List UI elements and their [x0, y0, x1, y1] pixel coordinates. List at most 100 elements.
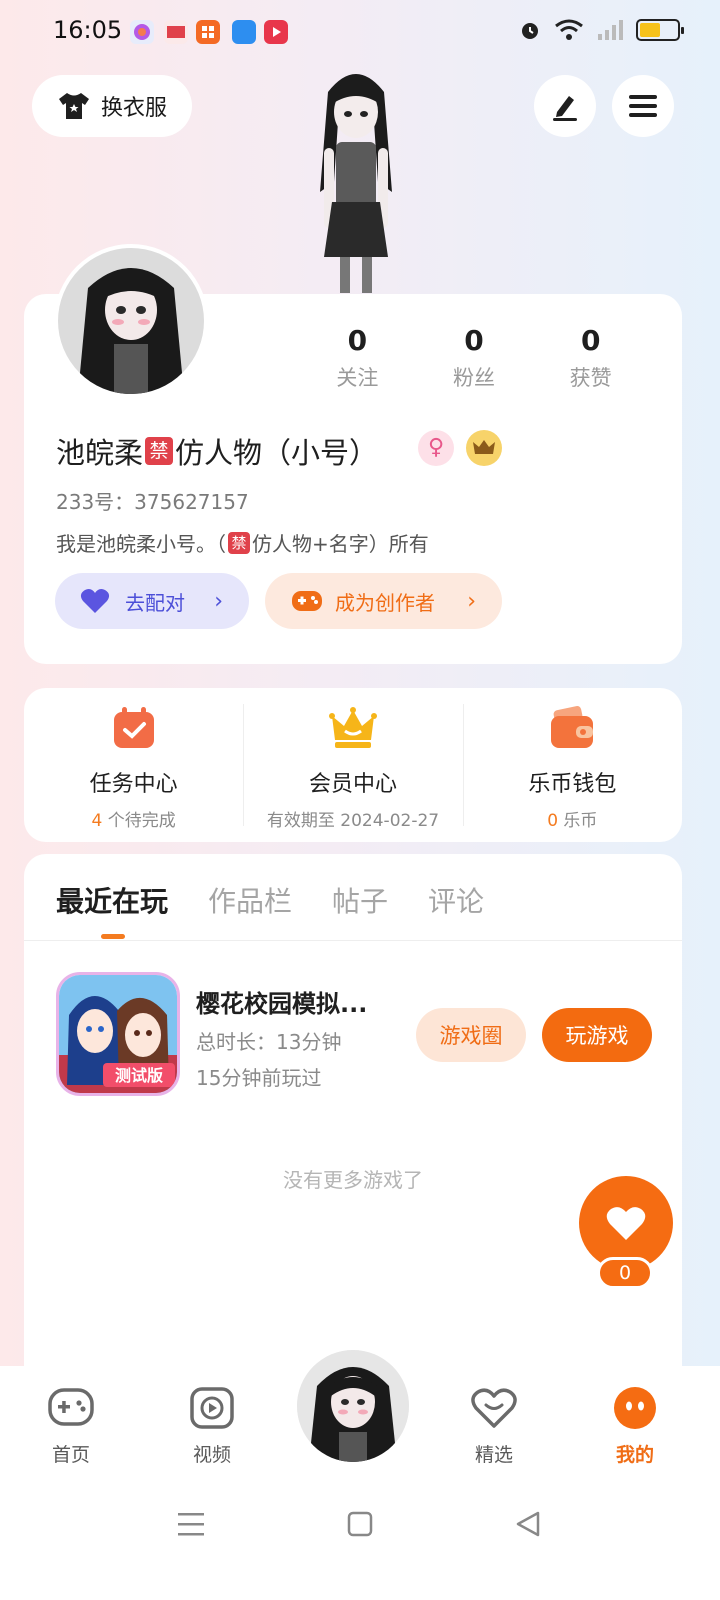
status-indicators [518, 18, 684, 42]
status-app-icon-4 [232, 20, 256, 44]
game-last-played: 15分钟前玩过 [196, 1066, 322, 1090]
stat-value: 0 [347, 324, 368, 357]
gamepad-icon [48, 1388, 94, 1426]
play-game-button[interactable]: 玩游戏 [542, 1008, 652, 1062]
change-outfit-label: 换衣服 [100, 96, 167, 121]
service-card: 任务中心 4 个待完成 会员中心 有效期至 2024-02-27 乐币钱包 0 … [24, 688, 682, 842]
forbidden-emoji: 禁 [228, 531, 250, 554]
chevron-right-icon: › [467, 588, 476, 614]
game-title[interactable]: 樱花校园模拟... [196, 984, 367, 1019]
pair-label: 去配对 [125, 590, 185, 615]
battery-icon [636, 19, 684, 41]
profile-face-icon [614, 1387, 656, 1429]
nav-center-avatar[interactable] [297, 1350, 409, 1462]
stat-label: 粉丝 [453, 366, 495, 390]
stat-likes[interactable]: 0 获赞 [532, 324, 649, 392]
gamepad-icon [292, 591, 322, 611]
nav-label: 视频 [192, 1444, 231, 1466]
status-app-icon-5 [264, 20, 288, 44]
nav-label: 精选 [474, 1444, 513, 1466]
game-icon-label: 测试版 [115, 1066, 163, 1085]
coin-unit: 乐币 [558, 811, 598, 831]
task-center[interactable]: 任务中心 4 个待完成 [24, 688, 243, 842]
become-creator-button[interactable]: 成为创作者 › [265, 573, 502, 629]
status-time: 16:05 [53, 16, 123, 44]
service-title: 会员中心 [308, 772, 397, 797]
crown-icon [328, 707, 377, 748]
pair-button[interactable]: 去配对 › [55, 573, 249, 629]
wallet-icon [551, 705, 594, 748]
nav-mine[interactable]: 我的 [590, 1386, 680, 1467]
system-home-icon[interactable] [346, 1510, 374, 1538]
alarm-icon [522, 23, 538, 39]
female-gender-icon: ♀ [418, 430, 454, 466]
service-title: 乐币钱包 [528, 772, 617, 797]
nickname: 池皖柔 禁 仿人物（小号） [56, 430, 378, 472]
stat-value: 0 [464, 324, 484, 357]
profile-tabs: 最近在玩 作品栏 帖子 评论 [56, 880, 484, 920]
wifi-icon [555, 19, 583, 40]
chevron-right-icon: › [214, 588, 223, 614]
member-center[interactable]: 会员中心 有效期至 2024-02-27 [243, 688, 462, 842]
edit-profile-button[interactable] [534, 75, 596, 137]
service-subtitle: 有效期至 2024-02-27 [243, 806, 462, 831]
game-duration: 总时长：13分钟 [196, 1030, 342, 1054]
forbidden-emoji: 禁 [145, 437, 174, 465]
menu-icon [629, 95, 657, 117]
game-circle-button[interactable]: 游戏圈 [416, 1008, 526, 1062]
heart-count-badge: 0 [597, 1257, 653, 1289]
status-app-icon-3 [196, 20, 220, 44]
games-card: 最近在玩 作品栏 帖子 评论 测试版 樱花校园模拟... 总时长：13分钟 15… [24, 854, 682, 1414]
system-back-icon[interactable] [514, 1510, 542, 1538]
heart-chat-icon [471, 1388, 517, 1428]
status-app-icon-1 [130, 20, 154, 44]
stat-label: 关注 [336, 366, 379, 390]
status-bar: 16:05 [0, 0, 720, 64]
divider [24, 940, 682, 941]
tshirt-icon [58, 93, 89, 119]
system-menu-icon[interactable] [176, 1510, 206, 1538]
game-icon[interactable]: 测试版 [56, 972, 180, 1096]
active-tab-indicator [101, 934, 125, 939]
tab-comments[interactable]: 评论 [428, 880, 484, 920]
coin-count: 0 [547, 811, 559, 831]
avatar-3d-figure[interactable] [288, 62, 424, 296]
service-subtitle: 0 乐币 [463, 806, 682, 831]
nickname-text-1: 池皖柔 [56, 436, 144, 470]
stat-label: 获赞 [569, 366, 612, 390]
avatar[interactable] [54, 244, 208, 398]
service-title: 任务中心 [89, 772, 178, 797]
bio-text-1: 我是池皖柔小号。（ [56, 532, 226, 556]
nav-label: 我的 [615, 1444, 654, 1466]
nav-video[interactable]: 视频 [167, 1386, 257, 1467]
tab-posts[interactable]: 帖子 [332, 880, 388, 920]
status-app-icon-2 [164, 20, 188, 44]
nav-featured[interactable]: 精选 [449, 1386, 539, 1467]
calendar-check-icon [113, 707, 154, 748]
member-expiry: 有效期至 2024-02-27 [266, 811, 440, 831]
bio-text-2: 仿人物+名字）所有 [252, 532, 429, 556]
nav-home[interactable]: 首页 [26, 1386, 116, 1467]
menu-button[interactable] [612, 75, 674, 137]
signal-icon [598, 20, 623, 40]
bio: 我是池皖柔小号。（ 禁 仿人物+名字）所有 [56, 528, 429, 557]
video-play-icon [190, 1387, 234, 1429]
heart-icon [606, 1207, 646, 1240]
profile-stats: 0 关注 0 粉丝 0 获赞 [299, 324, 649, 392]
stat-following[interactable]: 0 关注 [299, 324, 416, 392]
crown-badge-icon[interactable] [466, 430, 502, 466]
stat-fans[interactable]: 0 粉丝 [416, 324, 533, 392]
pending-text: 个待完成 [102, 811, 176, 831]
service-subtitle: 4 个待完成 [24, 806, 243, 831]
floating-heart-button[interactable] [579, 1176, 673, 1270]
tab-works[interactable]: 作品栏 [208, 880, 292, 920]
heart-pair-icon [80, 589, 110, 613]
pending-count: 4 [91, 811, 103, 831]
tab-recently-played[interactable]: 最近在玩 [56, 880, 168, 920]
avatar-image [58, 248, 204, 394]
pen-icon [553, 96, 577, 121]
coin-wallet[interactable]: 乐币钱包 0 乐币 [462, 688, 682, 842]
battery-level [640, 23, 660, 37]
change-outfit-button[interactable]: 换衣服 [32, 75, 192, 137]
nav-label: 首页 [51, 1444, 90, 1466]
